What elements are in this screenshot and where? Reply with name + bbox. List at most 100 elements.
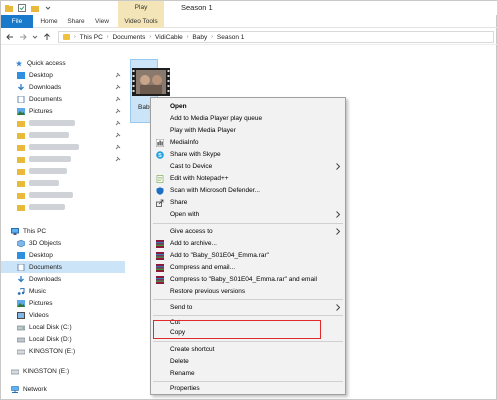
mediainfo-icon: [156, 139, 164, 147]
menu-item-play-with-media-player[interactable]: Play with Media Player: [151, 125, 345, 136]
nav-desktop-pc[interactable]: Desktop: [1, 249, 125, 261]
menu-item-cast-to-device[interactable]: Cast to Device: [151, 161, 345, 172]
share-icon: [156, 199, 164, 207]
nav-pictures[interactable]: Pictures: [1, 297, 125, 309]
chevron-right-icon: [336, 163, 341, 170]
folder-icon: [17, 180, 25, 187]
nav-pictures-pinned[interactable]: Pictures: [1, 105, 125, 117]
chevron-right-icon: [336, 211, 341, 218]
nav-documents[interactable]: Documents: [1, 261, 125, 273]
menu-item-properties[interactable]: Properties: [151, 383, 345, 394]
nav-videos[interactable]: Videos: [1, 309, 125, 321]
menu-item-rename[interactable]: Rename: [151, 368, 345, 379]
nav-downloads[interactable]: Downloads: [1, 81, 125, 93]
drive-icon: [17, 325, 25, 330]
nav-pinned-folder[interactable]: [1, 153, 125, 165]
menu-item-add-to-archive[interactable]: Add to archive...: [151, 238, 345, 249]
menu-item-share[interactable]: Share: [151, 197, 345, 208]
menu-item-edit-notepadpp[interactable]: Edit with Notepad++: [151, 173, 345, 184]
nav-downloads-pc[interactable]: Downloads: [1, 273, 125, 285]
breadcrumb-baby[interactable]: Baby: [192, 34, 207, 41]
redacted-label: [29, 204, 65, 210]
back-arrow-icon[interactable]: [5, 32, 15, 42]
address-bar[interactable]: › This PC › Documents › VidiCable › Baby…: [58, 31, 494, 43]
computer-icon: [11, 227, 19, 235]
menu-item-add-to-rar[interactable]: Add to "Baby_S01E04_Emma.rar": [151, 250, 345, 261]
nav-folder[interactable]: [1, 165, 125, 177]
folder-icon: [17, 144, 25, 151]
usb-drive-icon: [17, 349, 25, 354]
svg-text:S: S: [158, 153, 162, 159]
breadcrumb-documents[interactable]: Documents: [112, 34, 145, 41]
menu-item-share-with-skype[interactable]: S Share with Skype: [151, 149, 345, 160]
drive-icon: [17, 337, 25, 342]
up-arrow-icon[interactable]: [42, 32, 52, 42]
nav-desktop[interactable]: Desktop: [1, 69, 125, 81]
folder-icon: [17, 156, 25, 163]
nav-kingston-pc[interactable]: KINGSTON (E:): [1, 345, 125, 357]
copy-highlight-box: [153, 320, 321, 339]
chevron-right-icon: [336, 304, 341, 311]
nav-this-pc[interactable]: This PC: [1, 225, 125, 237]
nav-pinned-folder[interactable]: [1, 141, 125, 153]
menu-item-scan-defender[interactable]: Scan with Microsoft Defender...: [151, 185, 345, 196]
pictures-icon: [17, 299, 25, 307]
nav-3d-objects[interactable]: 3D Objects: [1, 237, 125, 249]
recent-locations-icon[interactable]: [30, 32, 40, 42]
nav-local-disk-d[interactable]: Local Disk (D:): [1, 333, 125, 345]
menu-item-open[interactable]: Open: [151, 101, 345, 112]
menu-item-compress-and-email[interactable]: Compress and email...: [151, 262, 345, 273]
menu-item-add-to-queue[interactable]: Add to Media Player play queue: [151, 113, 345, 124]
desktop-icon: [17, 71, 25, 79]
folder-icon: [63, 34, 70, 40]
tab-file[interactable]: File: [1, 15, 33, 28]
nav-music[interactable]: Music: [1, 285, 125, 297]
nav-local-disk-c[interactable]: Local Disk (C:): [1, 321, 125, 333]
nav-pinned-folder[interactable]: [1, 129, 125, 141]
pin-icon: [115, 84, 121, 90]
nav-folder[interactable]: [1, 177, 125, 189]
forward-arrow-icon[interactable]: [18, 32, 28, 42]
tab-share[interactable]: Share: [65, 15, 87, 28]
notepadpp-icon: [156, 175, 164, 183]
redacted-label: [29, 192, 73, 198]
pin-icon: [115, 96, 121, 102]
pictures-icon: [17, 107, 25, 115]
redacted-label: [29, 180, 59, 186]
tab-view[interactable]: View: [92, 15, 112, 28]
menu-item-send-to[interactable]: Send to: [151, 302, 345, 313]
menu-separator: [153, 381, 343, 382]
nav-quick-access[interactable]: Quick access: [1, 57, 125, 69]
new-folder-icon[interactable]: [31, 4, 39, 12]
breadcrumb-vidicable[interactable]: VidiCable: [155, 34, 183, 41]
window-title: Season 1: [181, 3, 213, 12]
nav-folder[interactable]: [1, 201, 125, 213]
defender-icon: [156, 187, 164, 195]
skype-icon: S: [156, 151, 164, 159]
nav-network[interactable]: Network: [1, 383, 125, 395]
menu-item-mediainfo[interactable]: MediaInfo: [151, 137, 345, 148]
menu-item-delete[interactable]: Delete: [151, 356, 345, 367]
menu-item-restore-previous-versions[interactable]: Restore previous versions: [151, 286, 345, 297]
breadcrumb-season-1[interactable]: Season 1: [217, 34, 244, 41]
menu-item-create-shortcut[interactable]: Create shortcut: [151, 344, 345, 355]
menu-item-give-access[interactable]: Give access to: [151, 226, 345, 237]
properties-icon[interactable]: [18, 4, 26, 12]
title-bar: Play Season 1: [1, 1, 497, 15]
menu-item-open-with[interactable]: Open with: [151, 209, 345, 220]
chevron-down-icon[interactable]: [44, 4, 52, 12]
folder-icon: [17, 120, 25, 127]
menu-separator: [153, 341, 343, 342]
breadcrumb-this-pc[interactable]: This PC: [80, 34, 103, 41]
nav-kingston[interactable]: KINGSTON (E:): [1, 365, 125, 377]
nav-documents-pinned[interactable]: Documents: [1, 93, 125, 105]
nav-pinned-folder[interactable]: [1, 117, 125, 129]
tab-home[interactable]: Home: [37, 15, 61, 28]
menu-item-compress-to-rar-and-email[interactable]: Compress to "Baby_S01E04_Emma.rar" and e…: [151, 274, 345, 285]
tab-video-tools[interactable]: Video Tools: [118, 15, 164, 28]
pin-icon: [115, 132, 121, 138]
redacted-label: [29, 144, 79, 150]
nav-folder[interactable]: [1, 189, 125, 201]
folder-icon: [17, 192, 25, 199]
winrar-icon: [156, 252, 164, 260]
